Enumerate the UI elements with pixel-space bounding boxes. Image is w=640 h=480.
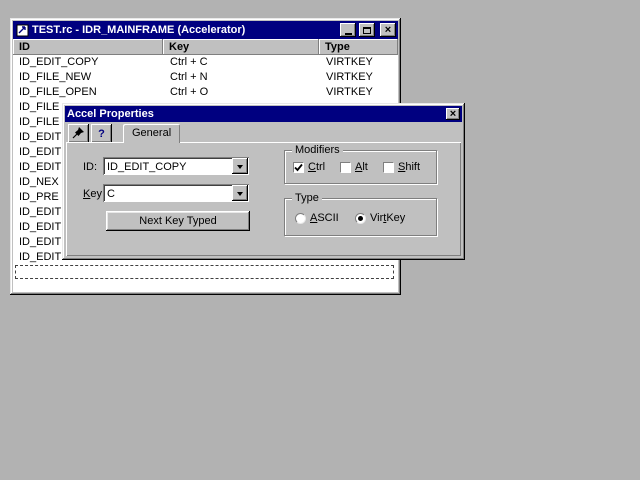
id-label: ID: <box>83 161 97 173</box>
modifiers-group: Modifiers Ctrl Alt <box>284 150 437 184</box>
key-combobox[interactable]: C <box>103 184 249 202</box>
table-cell: ID_EDIT_COPY <box>13 55 163 70</box>
maximize-icon <box>363 27 371 34</box>
id-combobox-value: ID_EDIT_COPY <box>107 161 231 173</box>
id-dropdown-button[interactable] <box>232 158 248 174</box>
ascii-radio[interactable]: ASCII <box>295 212 339 224</box>
close-icon: × <box>385 25 391 35</box>
radio-circle <box>295 213 306 224</box>
table-header: ID Key Type <box>13 39 398 55</box>
chevron-down-icon <box>237 165 243 172</box>
type-group: Type ASCII VirtKey <box>284 198 437 236</box>
type-group-label: Type <box>292 192 322 204</box>
window-title: TEST.rc - IDR_MAINFRAME (Accelerator) <box>32 24 337 36</box>
table-cell: Ctrl + N <box>163 70 319 85</box>
minimize-button[interactable] <box>340 23 356 37</box>
accel-properties-dialog[interactable]: Accel Properties × ? General ID: <box>62 103 465 260</box>
modifiers-group-label: Modifiers <box>292 144 343 156</box>
accelerator-window-icon <box>15 23 29 37</box>
checkbox-box <box>293 162 304 173</box>
dialog-close-icon: × <box>450 109 456 119</box>
table-row[interactable]: ID_FILE_NEWCtrl + NVIRTKEY <box>13 70 398 85</box>
desktop: TEST.rc - IDR_MAINFRAME (Accelerator) × … <box>0 0 640 480</box>
checkbox-box <box>383 162 394 173</box>
keep-visible-pin-button[interactable] <box>68 124 89 143</box>
key-label: Key: <box>83 188 105 200</box>
dialog-body: ? General ID: ID_EDIT_COPY Key: C <box>65 122 462 257</box>
shift-checkbox-label: Shift <box>398 161 420 173</box>
shift-checkbox[interactable]: Shift <box>383 161 420 173</box>
key-dropdown-button[interactable] <box>232 185 248 201</box>
general-tab-page: ID: ID_EDIT_COPY Key: C Next Key Typed <box>66 142 461 256</box>
alt-checkbox-label: Alt <box>355 161 368 173</box>
pushpin-icon <box>72 126 85 142</box>
tab-general[interactable]: General <box>123 124 180 143</box>
checkbox-box <box>340 162 351 173</box>
table-cell: ID_FILE_OPEN <box>13 85 163 100</box>
help-button[interactable]: ? <box>91 124 112 143</box>
table-row[interactable]: ID_EDIT_COPYCtrl + CVIRTKEY <box>13 55 398 70</box>
key-combobox-value: C <box>107 188 231 200</box>
radio-circle <box>355 213 366 224</box>
chevron-down-icon <box>237 192 243 199</box>
radio-dot-icon <box>358 216 363 221</box>
column-header-type[interactable]: Type <box>319 39 398 55</box>
ctrl-checkbox[interactable]: Ctrl <box>293 161 325 173</box>
column-header-key[interactable]: Key <box>163 39 319 55</box>
close-button[interactable]: × <box>380 23 396 37</box>
table-cell: ID_FILE_NEW <box>13 70 163 85</box>
virtkey-radio-label: VirtKey <box>370 212 405 224</box>
virtkey-radio[interactable]: VirtKey <box>355 212 405 224</box>
next-key-typed-button[interactable]: Next Key Typed <box>106 211 250 231</box>
alt-checkbox[interactable]: Alt <box>340 161 368 173</box>
dialog-close-button[interactable]: × <box>446 108 460 120</box>
ctrl-checkbox-label: Ctrl <box>308 161 325 173</box>
table-cell: VIRTKEY <box>319 85 398 100</box>
ascii-radio-label: ASCII <box>310 212 339 224</box>
table-cell: VIRTKEY <box>319 70 398 85</box>
dialog-titlebar[interactable]: Accel Properties × <box>65 106 462 122</box>
main-window-titlebar[interactable]: TEST.rc - IDR_MAINFRAME (Accelerator) × <box>13 21 398 39</box>
check-icon <box>294 163 303 172</box>
maximize-button[interactable] <box>359 23 375 37</box>
id-combobox[interactable]: ID_EDIT_COPY <box>103 157 249 175</box>
table-cell: Ctrl + C <box>163 55 319 70</box>
table-cell: Ctrl + O <box>163 85 319 100</box>
dialog-title: Accel Properties <box>67 108 443 120</box>
help-icon: ? <box>98 128 105 140</box>
column-header-id[interactable]: ID <box>13 39 163 55</box>
table-cell: VIRTKEY <box>319 55 398 70</box>
table-row[interactable]: ID_FILE_OPENCtrl + OVIRTKEY <box>13 85 398 100</box>
new-entry-placeholder[interactable] <box>15 265 394 279</box>
minimize-icon <box>345 33 352 35</box>
